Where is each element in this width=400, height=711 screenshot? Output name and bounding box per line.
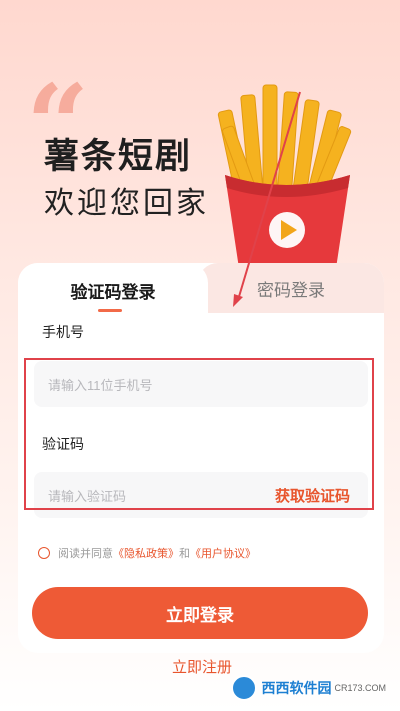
user-agreement-link[interactable]: 《用户协议》 (190, 545, 256, 561)
agreement-prefix: 阅读并同意 (58, 548, 113, 560)
agreement-row: 阅读并同意 《隐私政策》 和 《用户协议》 (38, 545, 256, 561)
fries-illustration (217, 84, 352, 280)
privacy-policy-link[interactable]: 《隐私政策》 (113, 545, 179, 561)
watermark-domain: CR173.COM (334, 683, 386, 693)
annotation-highlight-box (24, 358, 374, 510)
agreement-checkbox[interactable] (38, 547, 50, 559)
app-title: 薯条短剧 (44, 137, 193, 176)
welcome-subtitle: 欢迎您回家 (44, 187, 209, 220)
active-tab-indicator (98, 309, 122, 312)
tab-password-login[interactable]: 密码登录 (198, 263, 384, 313)
register-link[interactable]: 立即注册 (172, 656, 232, 677)
agreement-and: 和 (179, 548, 190, 560)
watermark-logo-icon (231, 675, 258, 701)
watermark: 西西软件园 CR173.COM (231, 675, 386, 701)
watermark-brand: 西西软件园 (261, 680, 332, 696)
phone-label: 手机号 (42, 324, 84, 340)
login-button[interactable]: 立即登录 (32, 587, 368, 639)
